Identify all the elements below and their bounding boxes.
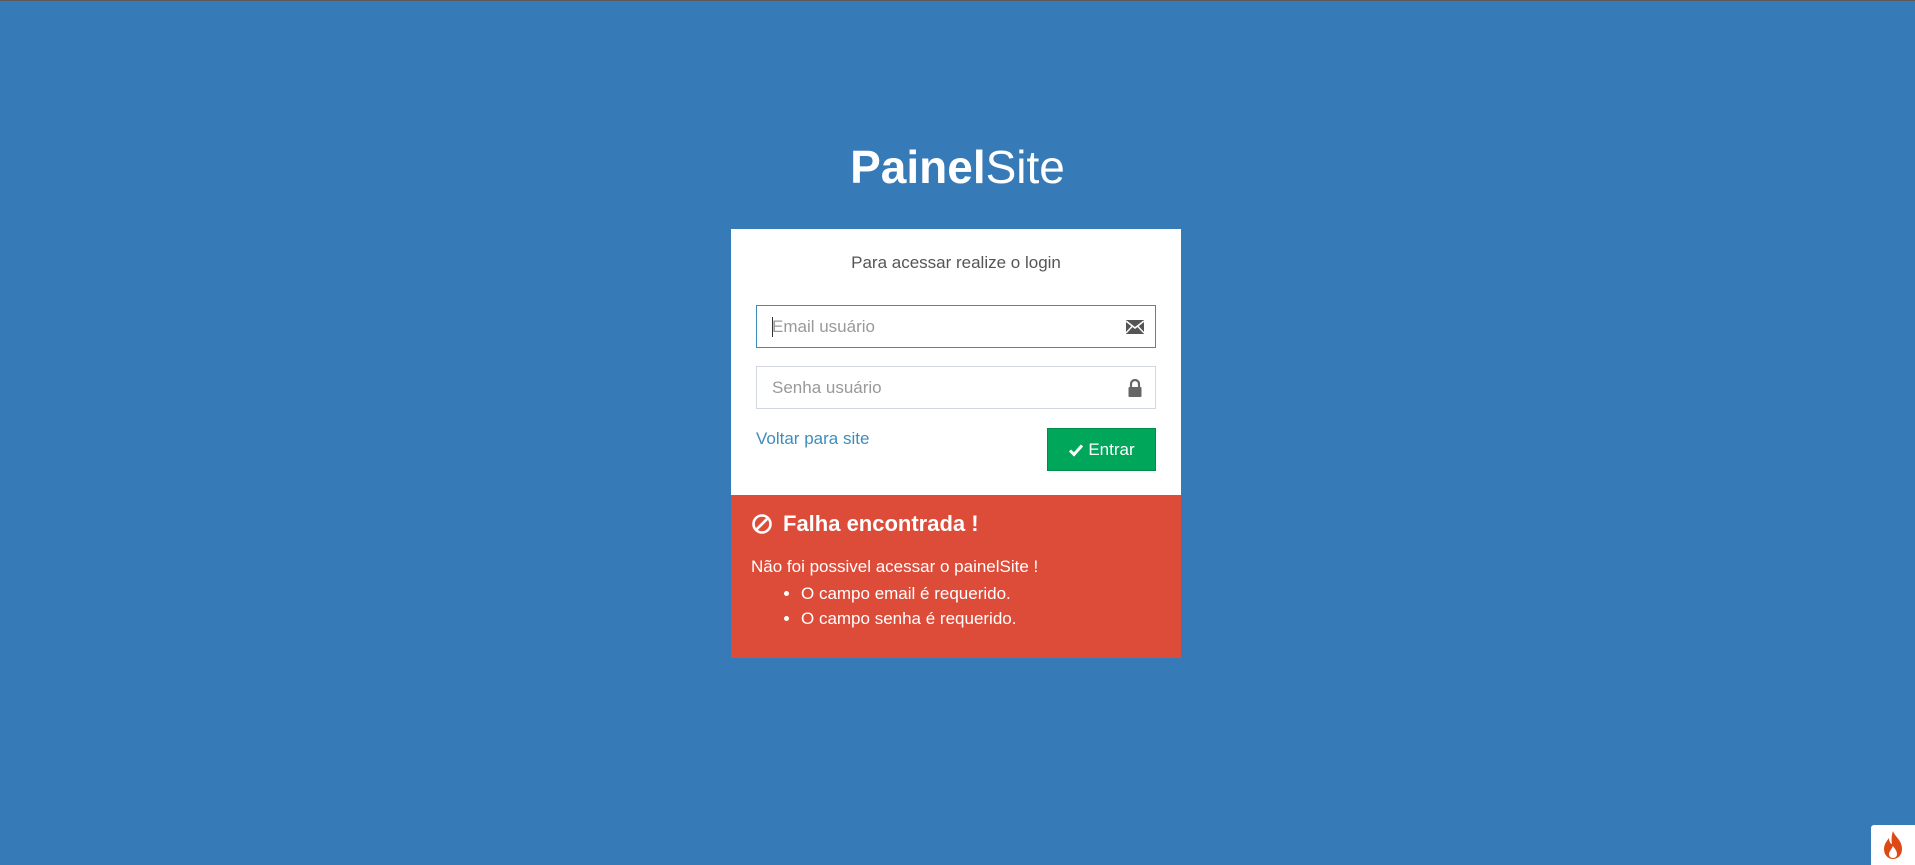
lock-icon (1128, 378, 1142, 397)
error-item-password: O campo senha é requerido. (801, 606, 1161, 631)
logo-bold: Painel (850, 141, 986, 193)
alert-title-text: Falha encontrada ! (783, 511, 979, 536)
check-icon (1069, 444, 1084, 457)
login-submit-button[interactable]: Entrar (1047, 428, 1156, 471)
logo-light: Site (985, 141, 1065, 193)
flame-icon (1884, 831, 1902, 859)
app-logo: PainelSite (0, 139, 1915, 195)
alert-message: Não foi possivel acessar o painelSite ! (751, 557, 1039, 576)
error-list: O campo email é requerido. O campo senha… (751, 581, 1161, 631)
back-to-site-link[interactable]: Voltar para site (756, 429, 869, 449)
debug-badge[interactable] (1871, 825, 1915, 865)
password-field[interactable] (756, 366, 1156, 409)
login-box: Para acessar realize o login Voltar para… (731, 229, 1181, 495)
alert-title: Falha encontrada ! (751, 511, 1161, 537)
ban-icon (752, 514, 772, 534)
email-field[interactable] (756, 305, 1156, 348)
login-message: Para acessar realize o login (851, 253, 1061, 272)
error-alert: Falha encontrada ! Não foi possivel aces… (731, 495, 1181, 658)
text-caret (772, 317, 773, 337)
password-input[interactable] (757, 367, 1112, 408)
email-input[interactable] (757, 306, 1112, 347)
envelope-icon (1125, 320, 1145, 334)
error-item-email: O campo email é requerido. (801, 581, 1161, 606)
login-submit-label: Entrar (1088, 439, 1135, 459)
